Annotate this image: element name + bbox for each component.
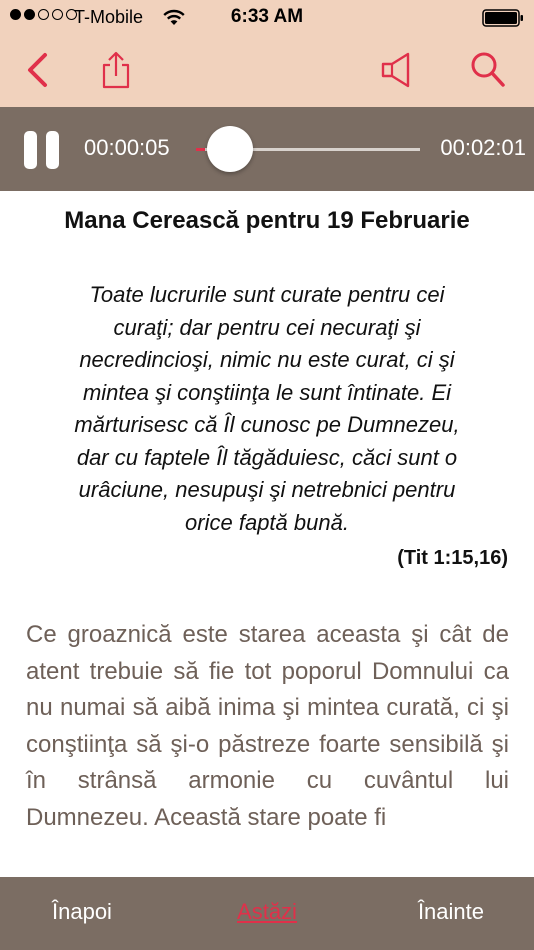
progress-fill <box>196 148 205 151</box>
pause-icon <box>46 131 59 169</box>
bottom-toolbar: Înapoi Astăzi Înainte <box>0 877 534 950</box>
status-time: 6:33 AM <box>230 6 304 27</box>
share-icon <box>102 51 130 89</box>
next-day-button[interactable]: Înainte <box>418 899 484 925</box>
elapsed-time: 00:00:05 <box>84 135 170 160</box>
progress-thumb[interactable] <box>206 126 253 172</box>
pause-icon <box>24 131 37 169</box>
verse-line: dar cu faptele Îl tăgăduiesc, căci sunt … <box>76 444 458 470</box>
search-icon <box>471 52 505 87</box>
screen: T-Mobile 6:33 AM 00:00:05 00:02:01 Mana … <box>0 0 534 950</box>
total-duration: 00:02:01 <box>440 135 526 160</box>
search-button[interactable] <box>466 48 510 92</box>
verse-line: mărturisesc că Îl cunosc pe Dumnezeu, <box>74 412 460 437</box>
back-button[interactable] <box>16 48 60 92</box>
share-button[interactable] <box>94 48 138 92</box>
pause-button[interactable] <box>24 131 60 169</box>
battery-icon <box>482 9 523 27</box>
back-chevron-icon <box>28 53 47 87</box>
verse-reference: (Tit 1:15,16) <box>397 547 508 569</box>
audio-button[interactable] <box>376 48 420 92</box>
today-button[interactable]: Astăzi <box>237 899 297 924</box>
previous-day-button[interactable]: Înapoi <box>52 899 112 925</box>
bible-verse: Toate lucrurile sunt curate pentru cei c… <box>36 279 498 539</box>
verse-line: Toate lucrurile sunt curate pentru cei <box>89 282 445 307</box>
top-bar: T-Mobile 6:33 AM <box>0 0 534 107</box>
verse-line: curaţi; dar pentru cei necuraţi şi <box>113 314 421 340</box>
verse-line: orice faptă bună. <box>185 509 349 535</box>
verse-line: mintea şi conştiinţa le sunt întinate. E… <box>82 379 452 405</box>
audio-player: 00:00:05 00:02:01 <box>0 107 534 191</box>
article-content: Mana Cerească pentru 19 Februarie Toate … <box>0 191 534 877</box>
devotional-text: Ce groaznică este starea aceasta şi cât … <box>26 621 509 831</box>
page-title: Mana Cerească pentru 19 Februarie <box>64 207 470 234</box>
speaker-icon <box>381 52 410 88</box>
status-bar: T-Mobile 6:33 AM <box>0 0 534 36</box>
verse-line: urâciune, nesupuşi şi netrebnici pentru <box>78 477 456 502</box>
verse-line: necredincioşi, nimic nu este curat, ci ş… <box>79 347 455 372</box>
